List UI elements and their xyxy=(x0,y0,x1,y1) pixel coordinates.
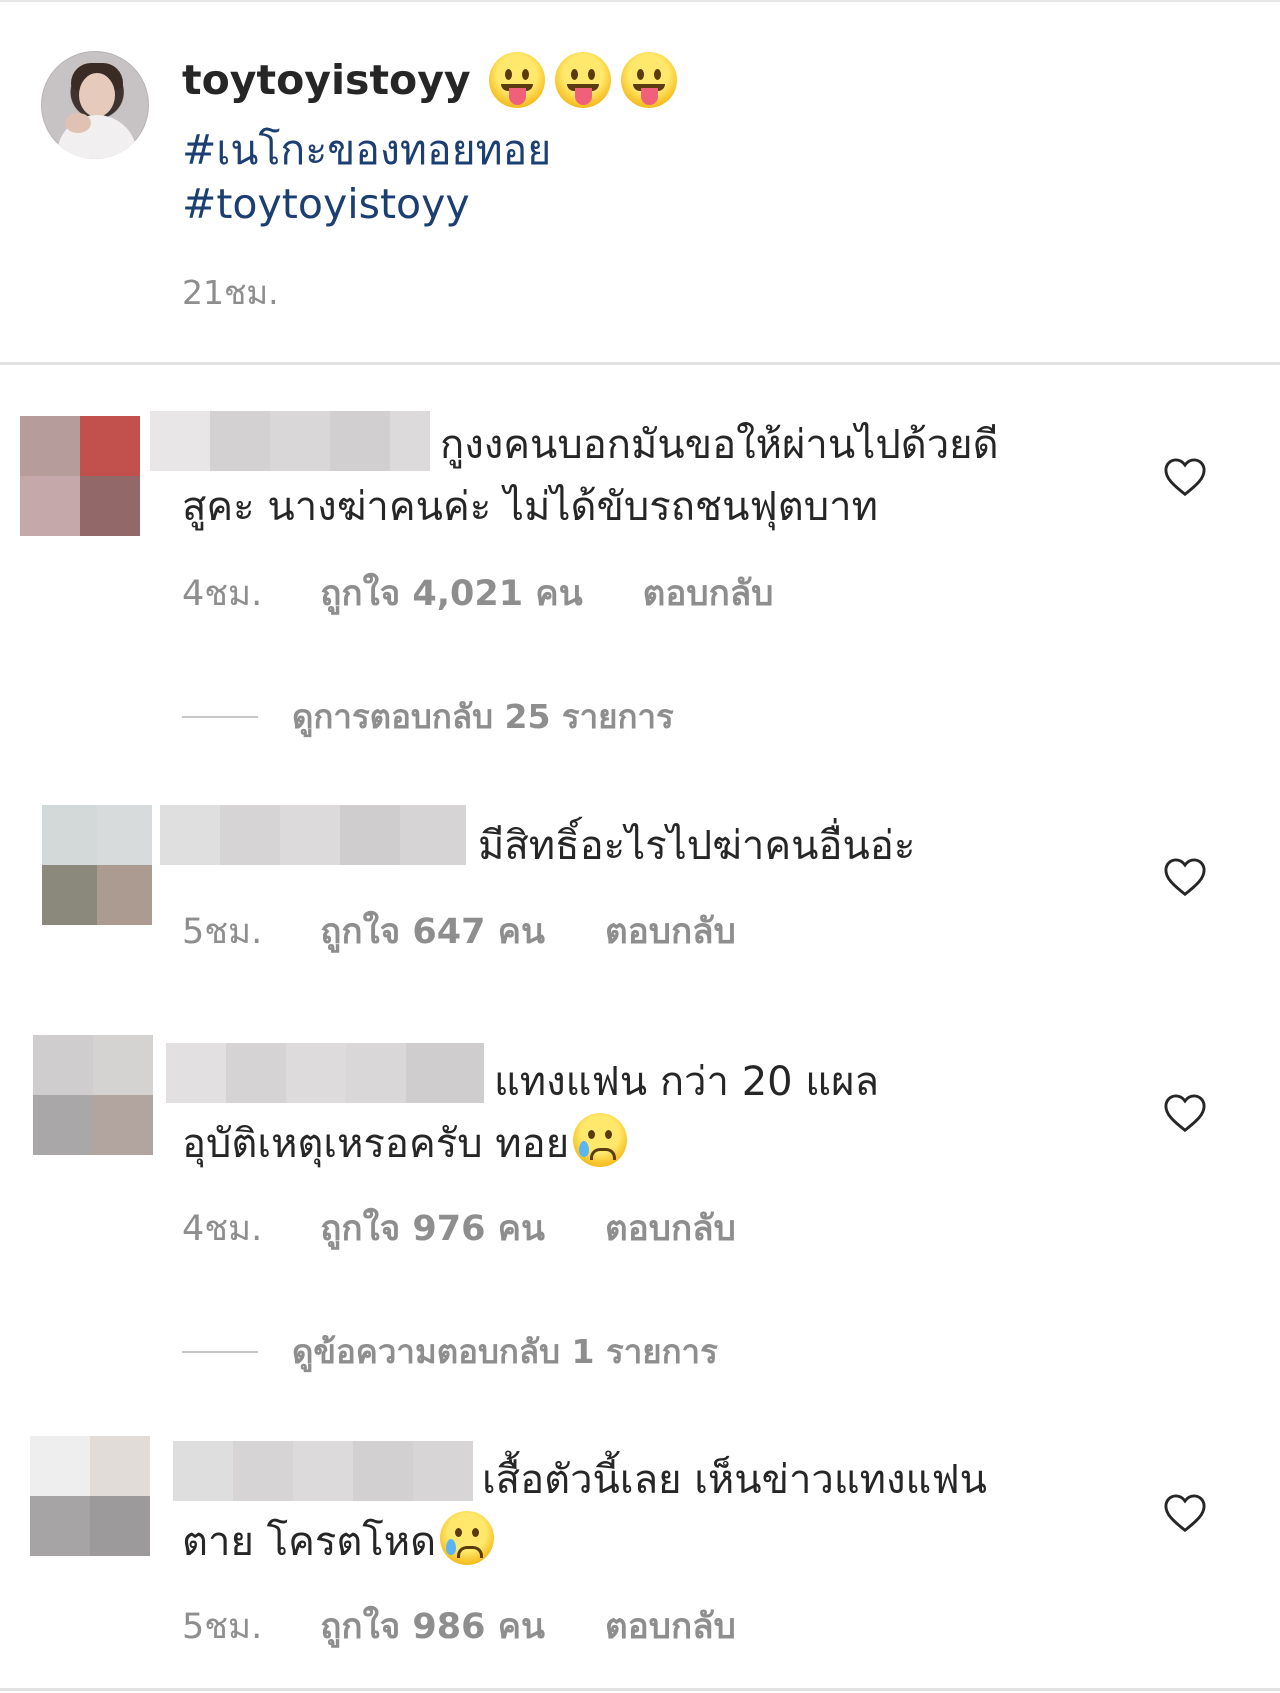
hashtag-link[interactable]: #เนโกะของทอยทอย xyxy=(182,118,551,183)
heart-outline-icon[interactable] xyxy=(1163,457,1207,497)
commenter-avatar[interactable] xyxy=(30,1436,150,1556)
comment-text: เสื้อตัวนี้เลย เห็นข่าวแทงแฟน ตาย โครตโห… xyxy=(182,1449,1102,1573)
comment-meta: 5ชม. ถูกใจ 647 คน ตอบกลับ xyxy=(182,904,736,959)
comment-likes-count[interactable]: ถูกใจ 976 คน xyxy=(320,1201,545,1256)
replies-line xyxy=(182,715,258,718)
comment-timestamp: 4ชม. xyxy=(182,1209,263,1249)
commenter-avatar[interactable] xyxy=(42,805,152,925)
comment-likes-count[interactable]: ถูกใจ 4,021 คน xyxy=(320,566,582,621)
crying-face-emoji xyxy=(440,1511,495,1565)
caption-timestamp: 21ชม. xyxy=(182,273,279,312)
commenter-avatar[interactable] xyxy=(33,1035,153,1155)
comment-timestamp: 5ชม. xyxy=(182,1607,263,1647)
view-replies-button[interactable]: ดูข้อความตอบกลับ 1 รายการ xyxy=(182,1325,718,1378)
view-replies-button[interactable]: ดูการตอบกลับ 25 รายการ xyxy=(182,690,674,743)
heart-outline-icon[interactable] xyxy=(1163,1493,1207,1533)
comment-text-line: แทงแฟน กว่า 20 แผล xyxy=(494,1059,880,1105)
comment-timestamp: 4ชม. xyxy=(182,574,263,614)
commenter-avatar[interactable] xyxy=(20,416,140,536)
reply-button[interactable]: ตอบกลับ xyxy=(605,1201,736,1256)
comment-text: กูงงคนบอกมันขอให้ผ่านไปด้วยดี สูคะ นางฆ่… xyxy=(182,414,1102,538)
crying-face-emoji xyxy=(573,1113,628,1167)
reply-button[interactable]: ตอบกลับ xyxy=(605,904,736,959)
caption-header: toytoyistoyy xyxy=(182,52,677,108)
caption-divider xyxy=(0,362,1280,365)
author-username[interactable]: toytoyistoyy xyxy=(182,56,471,104)
reply-button[interactable]: ตอบกลับ xyxy=(605,1599,736,1654)
comment-text-line: อุบัติเหตุเหรอครับ ทอย xyxy=(182,1121,570,1167)
comment-meta: 5ชม. ถูกใจ 986 คน ตอบกลับ xyxy=(182,1599,736,1654)
comment-meta: 4ชม. ถูกใจ 976 คน ตอบกลับ xyxy=(182,1201,736,1256)
comment-text-line: สูคะ นางฆ่าคนค่ะ ไม่ได้ขับรถชนฟุตบาท xyxy=(182,484,878,530)
comment-likes-count[interactable]: ถูกใจ 647 คน xyxy=(320,904,545,959)
comment-timestamp: 5ชม. xyxy=(182,912,263,952)
view-replies-label: ดูการตอบกลับ 25 รายการ xyxy=(292,697,674,736)
bottom-divider xyxy=(0,1688,1280,1691)
caption-emojis xyxy=(488,52,677,108)
comment-meta: 4ชม. ถูกใจ 4,021 คน ตอบกลับ xyxy=(182,566,773,621)
author-avatar[interactable] xyxy=(41,51,149,159)
comment-text-line: เสื้อตัวนี้เลย เห็นข่าวแทงแฟน xyxy=(482,1457,987,1503)
comment-text-line: ตาย โครตโหด xyxy=(182,1519,437,1565)
comment-text-line: กูงงคนบอกมันขอให้ผ่านไปด้วยดี xyxy=(440,422,999,468)
comments-screen: toytoyistoyy #เนโกะของทอยทอย #toytoyisto… xyxy=(0,0,1280,1693)
hashtag-link[interactable]: #toytoyistoyy xyxy=(182,180,470,228)
comment-text: แทงแฟน กว่า 20 แผล อุบัติเหตุเหรอครับ ทอ… xyxy=(182,1051,1102,1175)
comment-likes-count[interactable]: ถูกใจ 986 คน xyxy=(320,1599,545,1654)
heart-outline-icon[interactable] xyxy=(1163,857,1207,897)
reply-button[interactable]: ตอบกลับ xyxy=(643,566,774,621)
view-replies-label: ดูข้อความตอบกลับ 1 รายการ xyxy=(292,1332,718,1371)
tongue-out-emoji xyxy=(488,52,545,108)
comment-text-line: มีสิทธิ์อะไรไปฆ่าคนอื่นอ่ะ xyxy=(478,823,916,869)
replies-line xyxy=(182,1350,258,1353)
comment-text: มีสิทธิ์อะไรไปฆ่าคนอื่นอ่ะ xyxy=(182,815,1102,877)
tongue-out-emoji xyxy=(554,52,611,108)
heart-outline-icon[interactable] xyxy=(1163,1093,1207,1133)
post-caption: toytoyistoyy #เนโกะของทอยทอย #toytoyisto… xyxy=(0,0,1280,364)
tongue-out-emoji xyxy=(620,52,677,108)
